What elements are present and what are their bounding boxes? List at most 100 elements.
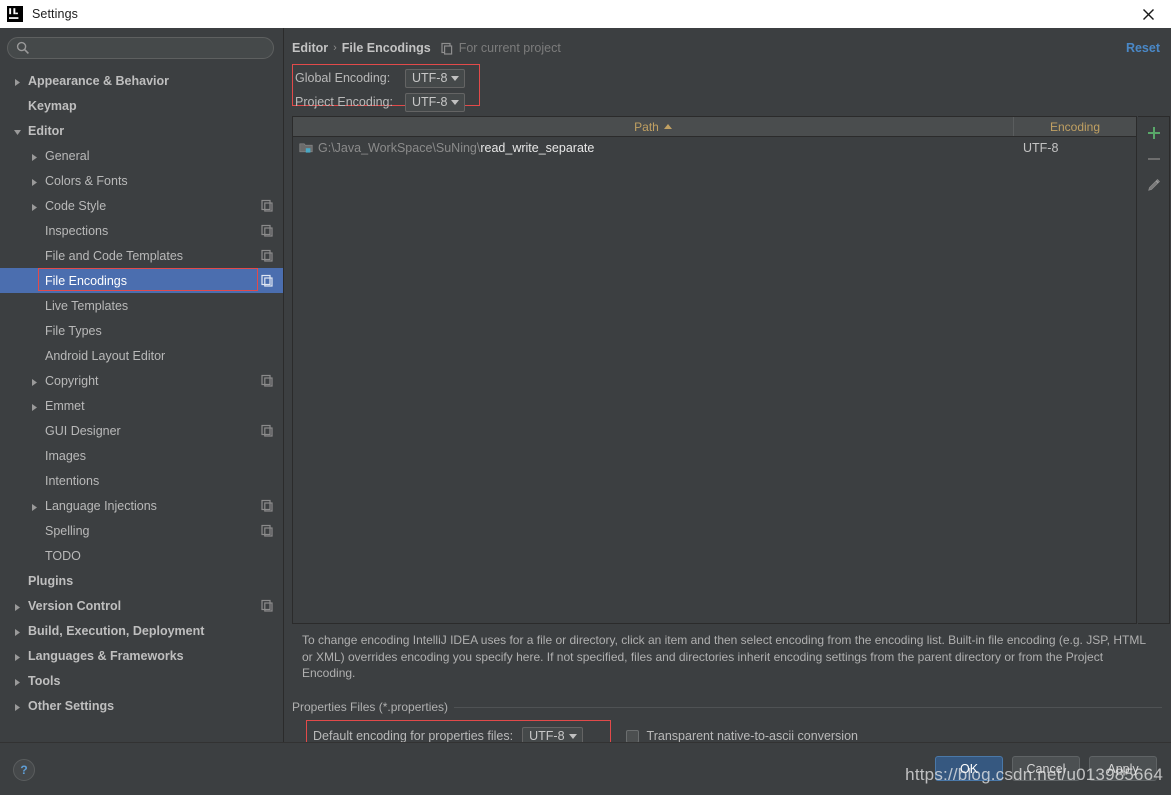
search-field-wrapper <box>7 37 274 59</box>
chevron-right-icon[interactable] <box>13 676 22 685</box>
sidebar-item-editor[interactable]: Editor <box>0 118 283 143</box>
chevron-right-icon[interactable] <box>13 701 22 710</box>
sidebar-item-label: Plugins <box>28 574 73 588</box>
column-header-path-label: Path <box>634 120 659 134</box>
sidebar-item-languages-frameworks[interactable]: Languages & Frameworks <box>0 643 283 668</box>
module-scope-icon <box>261 199 274 212</box>
encodings-table: Path Encoding G:\Java_WorkSpace\SuNing\r… <box>292 116 1137 624</box>
chevron-right-icon[interactable] <box>13 651 22 660</box>
sidebar-item-keymap[interactable]: Keymap <box>0 93 283 118</box>
sidebar-item-label: File Types <box>45 324 102 338</box>
chevron-down-icon[interactable] <box>13 126 22 135</box>
edit-button[interactable] <box>1141 172 1167 198</box>
project-encoding-label: Project Encoding: <box>295 95 405 109</box>
reset-link[interactable]: Reset <box>1126 41 1160 55</box>
module-scope-icon <box>261 249 274 262</box>
sidebar-item-label: Keymap <box>28 99 77 113</box>
folder-module-icon <box>299 141 313 155</box>
close-icon[interactable] <box>1131 0 1165 28</box>
breadcrumb-separator: › <box>333 42 337 54</box>
sidebar-item-label: Android Layout Editor <box>45 349 165 363</box>
project-encoding-row: Project Encoding: UTF-8 <box>295 92 465 112</box>
chevron-right-icon[interactable] <box>30 176 39 185</box>
sidebar-item-emmet[interactable]: Emmet <box>0 393 283 418</box>
global-encoding-row: Global Encoding: UTF-8 <box>295 68 465 88</box>
sidebar-item-tools[interactable]: Tools <box>0 668 283 693</box>
sidebar-item-file-encodings[interactable]: File Encodings <box>0 268 283 293</box>
minus-icon <box>1147 152 1161 166</box>
properties-files-legend: Properties Files (*.properties) <box>292 700 454 714</box>
sidebar-item-colors-fonts[interactable]: Colors & Fonts <box>0 168 283 193</box>
sidebar-item-label: Tools <box>28 674 60 688</box>
chevron-right-icon[interactable] <box>13 601 22 610</box>
table-cell-encoding[interactable]: UTF-8 <box>1014 141 1136 155</box>
table-row[interactable]: G:\Java_WorkSpace\SuNing\read_write_sepa… <box>293 137 1136 158</box>
sidebar-item-label: Version Control <box>28 599 121 613</box>
chevron-right-icon[interactable] <box>13 76 22 85</box>
sidebar-item-android-layout-editor[interactable]: Android Layout Editor <box>0 343 283 368</box>
module-scope-icon <box>261 424 274 437</box>
sidebar-item-label: Emmet <box>45 399 85 413</box>
remove-button[interactable] <box>1141 146 1167 172</box>
module-scope-icon <box>261 499 274 512</box>
ok-button[interactable]: OK <box>935 756 1003 781</box>
footer-button-group: OK Cancel Apply <box>935 756 1157 781</box>
project-scope-icon <box>441 42 454 55</box>
chevron-right-icon[interactable] <box>13 626 22 635</box>
sidebar-item-label: Inspections <box>45 224 108 238</box>
transparent-native-to-ascii-checkbox[interactable] <box>626 730 639 743</box>
sidebar-item-language-injections[interactable]: Language Injections <box>0 493 283 518</box>
apply-button[interactable]: Apply <box>1089 756 1157 781</box>
settings-sidebar: Appearance & Behavior Keymap Editor General… <box>0 28 284 742</box>
module-scope-icon <box>261 224 274 237</box>
sidebar-item-label: Languages & Frameworks <box>28 649 184 663</box>
transparent-native-to-ascii-label: Transparent native-to-ascii conversion <box>647 729 858 743</box>
sidebar-item-inspections[interactable]: Inspections <box>0 218 283 243</box>
pencil-icon <box>1147 178 1161 192</box>
sidebar-item-file-types[interactable]: File Types <box>0 318 283 343</box>
module-scope-icon <box>261 274 274 287</box>
sidebar-item-other-settings[interactable]: Other Settings <box>0 693 283 718</box>
sidebar-item-spelling[interactable]: Spelling <box>0 518 283 543</box>
sidebar-item-version-control[interactable]: Version Control <box>0 593 283 618</box>
sidebar-item-appearance-behavior[interactable]: Appearance & Behavior <box>0 68 283 93</box>
sidebar-item-label: Spelling <box>45 524 89 538</box>
column-header-encoding[interactable]: Encoding <box>1014 117 1136 136</box>
sidebar-item-file-and-code-templates[interactable]: File and Code Templates <box>0 243 283 268</box>
sidebar-item-build-execution-deployment[interactable]: Build, Execution, Deployment <box>0 618 283 643</box>
sidebar-item-label: Colors & Fonts <box>45 174 128 188</box>
sidebar-item-code-style[interactable]: Code Style <box>0 193 283 218</box>
sidebar-item-todo[interactable]: TODO <box>0 543 283 568</box>
table-toolbar <box>1138 116 1170 624</box>
add-button[interactable] <box>1141 120 1167 146</box>
chevron-right-icon[interactable] <box>30 376 39 385</box>
sidebar-item-general[interactable]: General <box>0 143 283 168</box>
breadcrumb: Editor › File Encodings For current proj… <box>292 41 561 55</box>
sidebar-item-plugins[interactable]: Plugins <box>0 568 283 593</box>
breadcrumb-parent[interactable]: Editor <box>292 41 328 55</box>
sidebar-item-label: Language Injections <box>45 499 157 513</box>
intellij-idea-logo <box>7 6 23 22</box>
global-encoding-label: Global Encoding: <box>295 71 405 85</box>
default-encoding-label: Default encoding for properties files: <box>313 729 513 743</box>
sidebar-item-images[interactable]: Images <box>0 443 283 468</box>
sidebar-item-copyright[interactable]: Copyright <box>0 368 283 393</box>
sidebar-item-gui-designer[interactable]: GUI Designer <box>0 418 283 443</box>
help-button[interactable]: ? <box>13 759 35 781</box>
project-encoding-dropdown[interactable]: UTF-8 <box>405 93 465 112</box>
chevron-right-icon[interactable] <box>30 501 39 510</box>
cancel-button[interactable]: Cancel <box>1012 756 1080 781</box>
chevron-right-icon[interactable] <box>30 201 39 210</box>
sidebar-item-intentions[interactable]: Intentions <box>0 468 283 493</box>
chevron-right-icon[interactable] <box>30 151 39 160</box>
sidebar-item-label: General <box>45 149 89 163</box>
sidebar-item-label: Images <box>45 449 86 463</box>
search-input[interactable] <box>7 37 274 59</box>
table-body: G:\Java_WorkSpace\SuNing\read_write_sepa… <box>293 137 1136 158</box>
chevron-right-icon[interactable] <box>30 401 39 410</box>
global-encoding-dropdown[interactable]: UTF-8 <box>405 69 465 88</box>
sidebar-item-label: Live Templates <box>45 299 128 313</box>
column-header-path[interactable]: Path <box>293 117 1014 136</box>
sidebar-item-live-templates[interactable]: Live Templates <box>0 293 283 318</box>
properties-encoding-value: UTF-8 <box>529 729 564 743</box>
